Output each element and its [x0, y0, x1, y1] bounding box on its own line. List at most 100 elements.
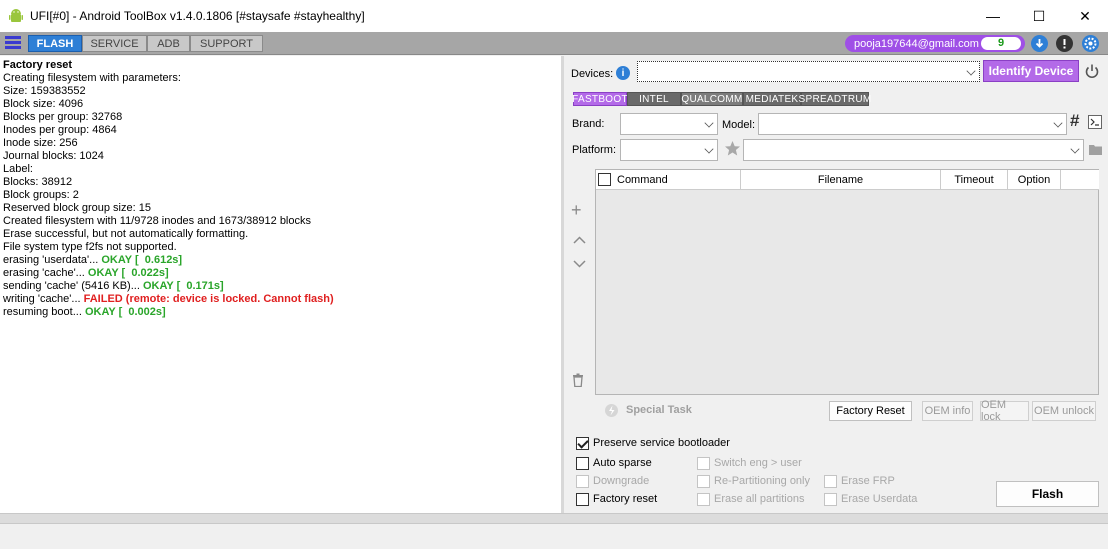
model-label: Model: — [722, 119, 756, 131]
tab-flash[interactable]: FLASH — [28, 35, 82, 52]
hash-icon[interactable]: # — [1070, 111, 1079, 131]
repartition-checkbox[interactable] — [697, 475, 710, 488]
log-line: Blocks: 38912 — [3, 176, 73, 188]
brand-label: Brand: — [572, 118, 605, 130]
table-header-timeout[interactable]: Timeout — [941, 170, 1008, 190]
devices-label: Devices: — [571, 68, 614, 80]
factory-reset-label: Factory reset — [593, 493, 658, 505]
oem-unlock-button[interactable]: OEM unlock — [1032, 401, 1096, 421]
account-email: pooja197644@gmail.com — [854, 37, 979, 50]
log-status-text: sending 'cache' (5416 KB)... — [3, 280, 143, 292]
log-line: Inode size: 256 — [3, 137, 78, 149]
erase-all-label: Erase all partitions — [714, 493, 805, 505]
table-header-command-label: Command — [617, 173, 668, 186]
power-icon[interactable] — [1084, 63, 1100, 79]
identify-device-button[interactable]: Identify Device — [983, 60, 1079, 82]
table-header-command[interactable]: Command — [596, 170, 741, 190]
switch-eng-label: Switch eng > user — [714, 457, 802, 469]
log-line: Size: 159383552 — [3, 85, 86, 97]
select-all-checkbox[interactable] — [598, 173, 611, 186]
info-icon[interactable]: i — [616, 66, 630, 80]
log-status-line: writing 'cache'... FAILED (remote: devic… — [3, 293, 558, 306]
log-status-text: writing 'cache'... — [3, 293, 84, 305]
hamburger-menu-icon[interactable] — [5, 36, 21, 51]
table-header-filler — [1061, 170, 1099, 190]
log-status-ok: OKAY [ 0.022s] — [87, 267, 169, 279]
log-line: Block groups: 2 — [3, 189, 79, 201]
log-output[interactable]: Factory reset Creating filesystem with p… — [0, 56, 561, 513]
add-icon[interactable]: + — [571, 201, 582, 219]
log-line: Journal blocks: 1024 — [3, 150, 104, 162]
repartition-label: Re-Partitioning only — [714, 475, 810, 487]
special-task-icon — [605, 404, 618, 417]
tab-adb[interactable]: ADB — [147, 35, 190, 52]
settings-gear-icon[interactable] — [1082, 35, 1099, 52]
maximize-button[interactable]: ☐ — [1016, 0, 1062, 32]
log-status-failed: FAILED (remote: device is locked. Cannot… — [83, 293, 334, 305]
log-line: Reserved block group size: 15 — [3, 202, 151, 214]
log-status-ok: OKAY [ 0.002s] — [84, 306, 166, 318]
log-line: Inodes per group: 4864 — [3, 124, 117, 136]
move-up-icon[interactable] — [573, 236, 586, 245]
status-bar — [0, 513, 1108, 549]
title-bar: UFI[#0] - Android ToolBox v1.4.0.1806 [#… — [0, 0, 1108, 32]
firmware-dropdown[interactable] — [743, 139, 1084, 161]
erase-userdata-checkbox[interactable] — [824, 493, 837, 506]
log-status-text: erasing 'userdata'... — [3, 254, 102, 266]
close-button[interactable]: ✕ — [1062, 0, 1108, 32]
erase-all-checkbox[interactable] — [697, 493, 710, 506]
log-status-ok: OKAY [ 0.171s] — [142, 280, 224, 292]
folder-icon[interactable] — [1089, 144, 1102, 155]
erase-frp-checkbox[interactable] — [824, 475, 837, 488]
subtab-fastboot[interactable]: FASTBOOT — [572, 92, 628, 106]
oem-lock-button[interactable]: OEM lock — [980, 399, 1029, 423]
log-status-line: erasing 'cache'... OKAY [ 0.022s] — [3, 267, 558, 280]
switch-eng-checkbox[interactable] — [697, 457, 710, 470]
erase-userdata-label: Erase Userdata — [841, 493, 918, 505]
log-line: Block size: 4096 — [3, 98, 84, 110]
log-line: File system type f2fs not supported. — [3, 241, 177, 253]
trash-icon[interactable] — [572, 373, 584, 387]
command-table[interactable]: Command Filename Timeout Option — [595, 169, 1099, 395]
account-badge[interactable]: pooja197644@gmail.com 9 — [845, 35, 1025, 52]
factory-reset-checkbox[interactable] — [576, 493, 589, 506]
subtab-intel[interactable]: INTEL — [627, 92, 681, 106]
subtab-qualcomm[interactable]: QUALCOMM — [681, 92, 743, 106]
terminal-icon[interactable] — [1088, 115, 1102, 129]
platform-dropdown[interactable] — [620, 139, 718, 161]
downgrade-label: Downgrade — [593, 475, 650, 487]
tab-support[interactable]: SUPPORT — [190, 35, 263, 52]
download-icon[interactable] — [1031, 35, 1048, 52]
preserve-bootloader-label: Preserve service bootloader — [593, 437, 730, 449]
brand-dropdown[interactable] — [620, 113, 718, 135]
downgrade-checkbox[interactable] — [576, 475, 589, 488]
minimize-button[interactable]: — — [970, 0, 1016, 32]
credit-count: 9 — [981, 37, 1021, 50]
oem-info-button[interactable]: OEM info — [922, 401, 973, 421]
move-down-icon[interactable] — [573, 259, 586, 268]
log-line: Creating filesystem with parameters: — [3, 72, 181, 84]
log-line: Label: — [3, 163, 33, 175]
subtab-mediatek[interactable]: MEDIATEK — [743, 92, 801, 106]
panel-splitter[interactable] — [561, 56, 564, 513]
log-status-line: resuming boot... OKAY [ 0.002s] — [3, 306, 558, 319]
tab-service[interactable]: SERVICE — [82, 35, 147, 52]
preserve-bootloader-checkbox[interactable] — [576, 437, 589, 450]
flash-button[interactable]: Flash — [996, 481, 1099, 507]
auto-sparse-label: Auto sparse — [593, 457, 652, 469]
log-header: Factory reset — [3, 59, 73, 71]
devices-dropdown[interactable] — [637, 61, 980, 82]
log-line: Erase successful, but not automatically … — [3, 228, 249, 240]
auto-sparse-checkbox[interactable] — [576, 457, 589, 470]
subtab-spreadtrum[interactable]: SPREADTRUM — [799, 92, 871, 106]
special-task-label: Special Task — [626, 404, 692, 416]
table-header-option[interactable]: Option — [1008, 170, 1061, 190]
star-icon[interactable] — [724, 140, 741, 157]
model-dropdown[interactable] — [758, 113, 1067, 135]
log-line: Created filesystem with 11/9728 inodes a… — [3, 215, 311, 227]
log-status-text: erasing 'cache'... — [3, 267, 88, 279]
android-app-icon — [9, 9, 23, 22]
factory-reset-button[interactable]: Factory Reset — [829, 401, 912, 421]
table-header-filename[interactable]: Filename — [741, 170, 941, 190]
info-exclamation-icon[interactable] — [1056, 35, 1073, 52]
